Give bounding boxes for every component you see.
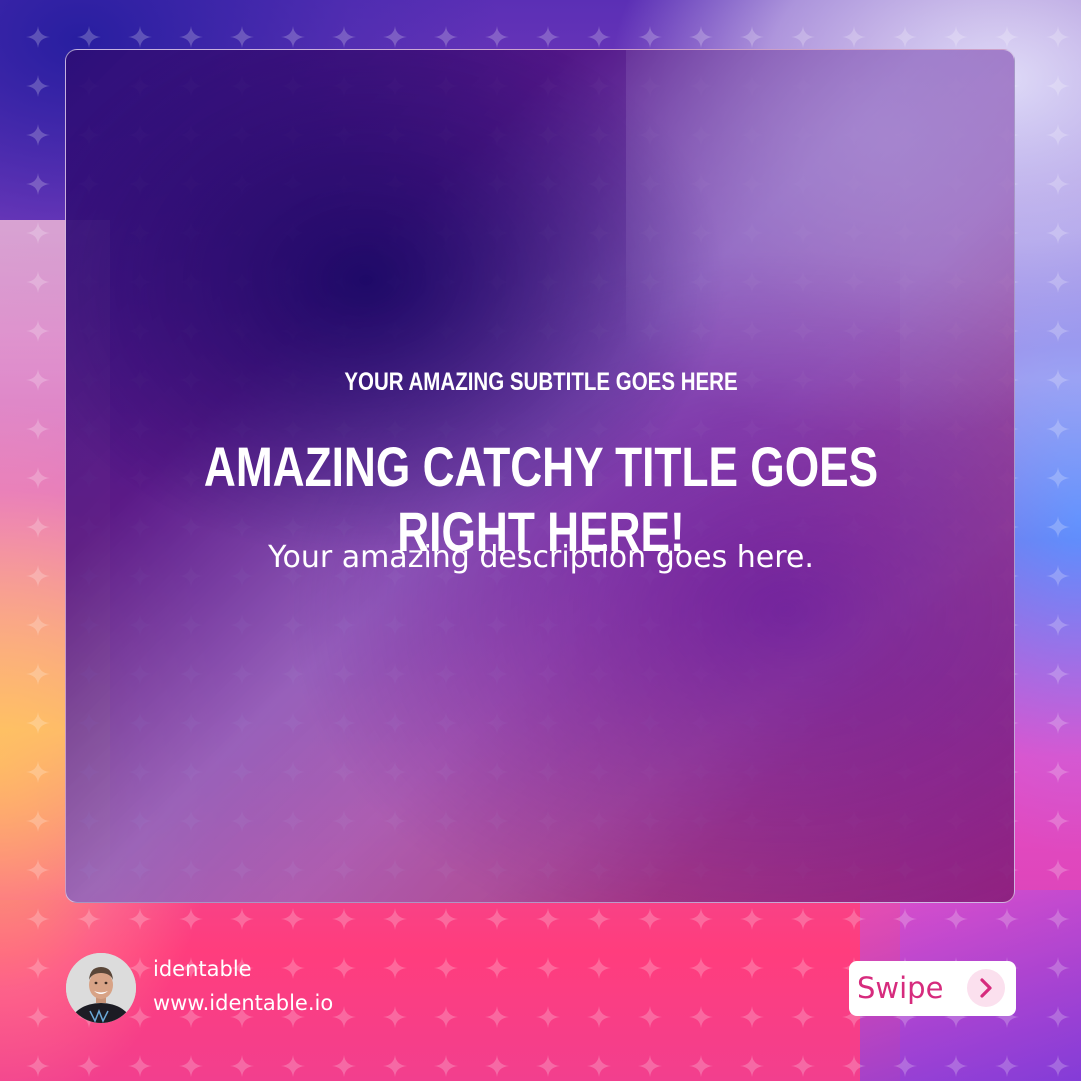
card-description: Your amazing description goes here. (268, 540, 814, 575)
swipe-button[interactable]: Swipe (849, 961, 1016, 1016)
swipe-arrow-circle (967, 969, 1005, 1007)
author-website-link[interactable]: www.identable.io (153, 991, 333, 1015)
chevron-right-icon (980, 978, 992, 998)
avatar[interactable] (66, 953, 136, 1023)
card-subtitle: YOUR AMAZING SUBTITLE GOES HERE (344, 368, 738, 396)
author-name: identable (153, 957, 252, 981)
avatar-photo (66, 953, 136, 1023)
swipe-label: Swipe (857, 971, 944, 1005)
content-card: YOUR AMAZING SUBTITLE GOES HERE AMAZING … (65, 49, 1015, 903)
